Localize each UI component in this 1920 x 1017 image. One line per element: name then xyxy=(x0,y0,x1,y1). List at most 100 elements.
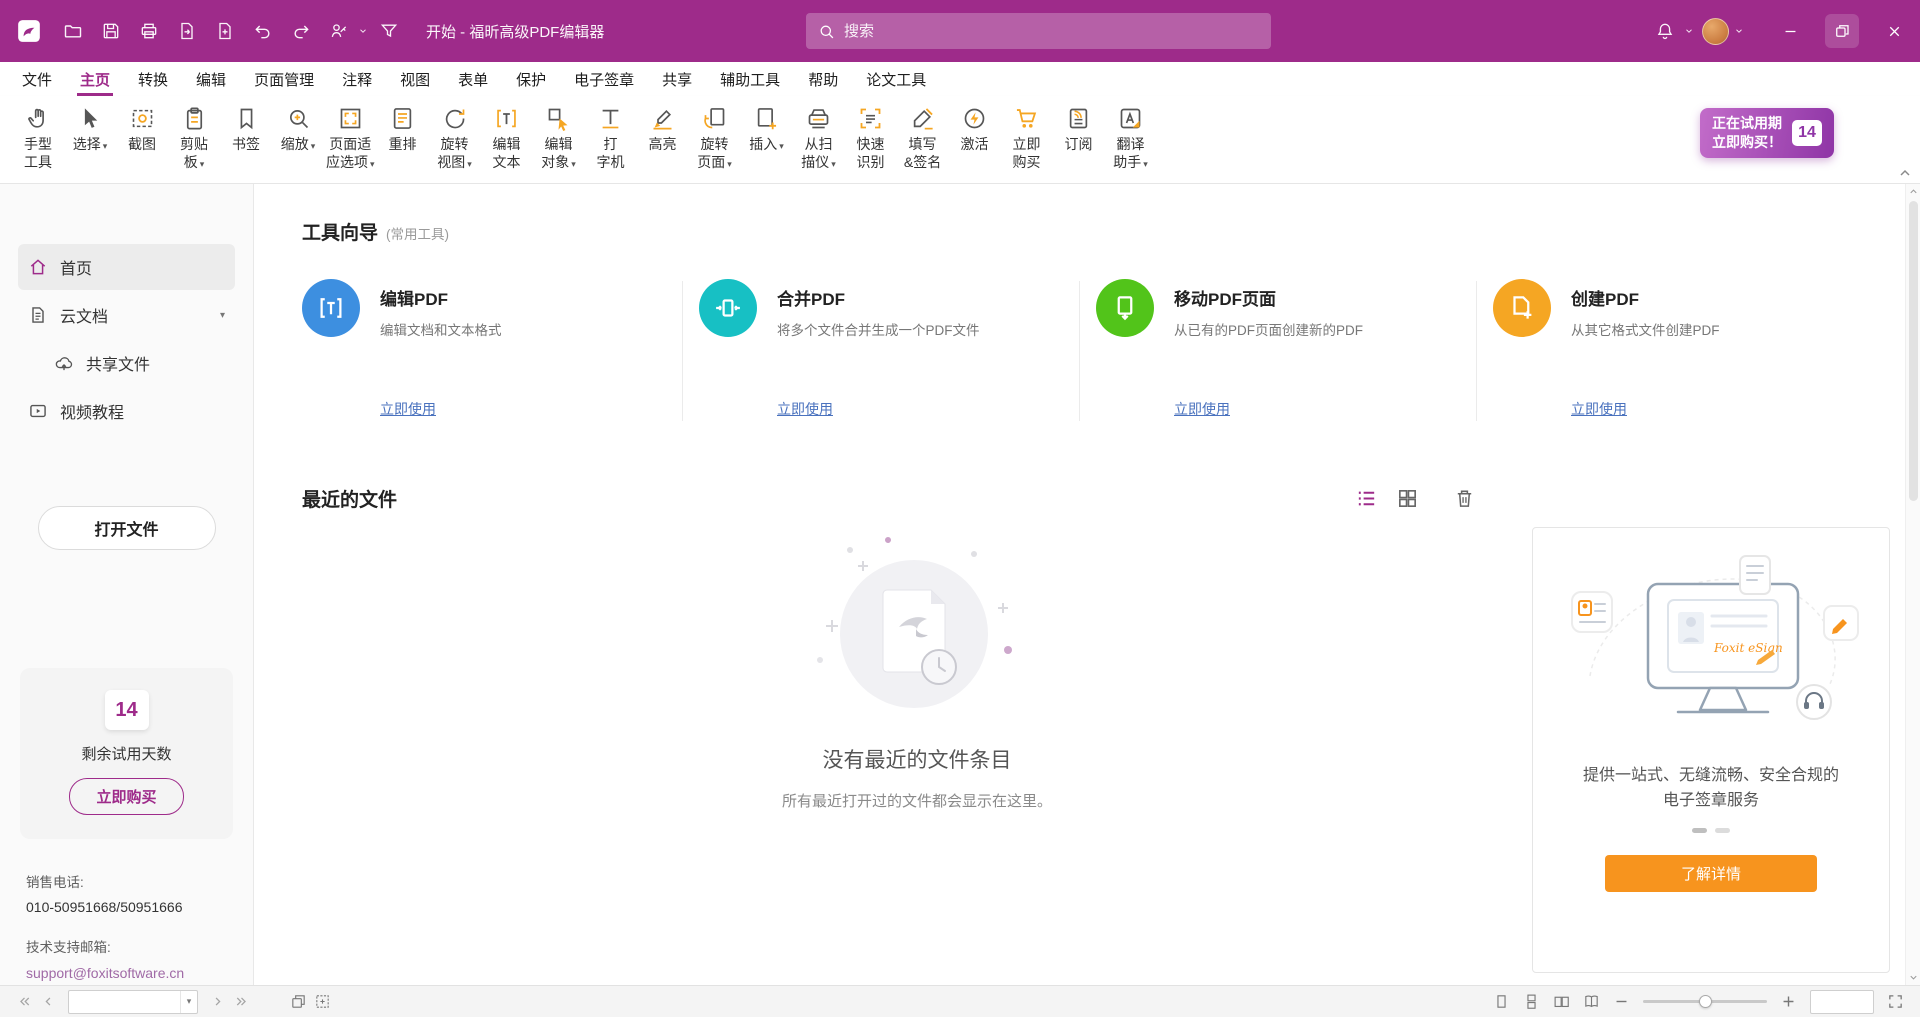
minimize-button[interactable] xyxy=(1764,0,1816,62)
menu-tab[interactable]: 文件 xyxy=(8,62,66,96)
collapse-ribbon-icon[interactable] xyxy=(1896,165,1914,181)
zoom-level-box[interactable] xyxy=(1810,990,1874,1014)
single-page-view-icon[interactable] xyxy=(1493,993,1510,1010)
ribbon-tool[interactable]: 从扫 描仪▾ xyxy=(793,103,845,174)
ribbon-tool[interactable]: 缩放▾ xyxy=(272,103,324,156)
create-doc-icon[interactable] xyxy=(206,13,244,49)
tool-card[interactable]: 编辑PDF 编辑文档和文本格式 立即使用 xyxy=(302,279,699,419)
foxit-logo[interactable] xyxy=(10,12,48,50)
ribbon-tool[interactable]: 翻译 助手▾ xyxy=(1105,103,1157,174)
open-file-icon[interactable] xyxy=(54,13,92,49)
previous-page-icon[interactable] xyxy=(40,993,57,1010)
chevron-down-icon[interactable] xyxy=(1734,13,1746,49)
ribbon-tool[interactable]: 订阅▾ xyxy=(1053,103,1105,156)
ribbon-tool[interactable]: 旋转 视图▾ xyxy=(429,103,481,174)
ribbon-tool[interactable]: 高亮▾ xyxy=(637,103,689,156)
menu-tab[interactable]: 电子签章 xyxy=(560,62,648,96)
ribbon-tool[interactable]: 编辑 对象▾ xyxy=(533,103,585,174)
ribbon-tool[interactable]: 填写 &签名▾ xyxy=(897,103,949,174)
copy-icon[interactable] xyxy=(290,993,307,1010)
book-view-icon[interactable] xyxy=(1583,993,1600,1010)
tool-card[interactable]: 合并PDF 将多个文件合并生成一个PDF文件 立即使用 xyxy=(699,279,1096,419)
sidebar-item[interactable]: 共享文件 ▾ xyxy=(44,340,235,386)
zoom-level-input[interactable] xyxy=(1811,991,1873,1013)
ribbon-tool[interactable]: 旋转 页面▾ xyxy=(689,103,741,174)
ribbon-tool[interactable]: 插入▾ xyxy=(741,103,793,156)
use-now-link[interactable]: 立即使用 xyxy=(1174,399,1230,419)
ribbon-tool[interactable]: 选择▾ xyxy=(64,103,116,156)
search-input[interactable] xyxy=(844,23,1259,40)
menu-tab[interactable]: 论文工具 xyxy=(852,62,940,96)
close-button[interactable] xyxy=(1868,0,1920,62)
ribbon-tool[interactable]: 页面适 应选项▾ xyxy=(324,103,377,174)
ribbon-tool[interactable]: 编辑 文本▾ xyxy=(481,103,533,174)
tool-card[interactable]: 移动PDF页面 从已有的PDF页面创建新的PDF 立即使用 xyxy=(1096,279,1493,419)
learn-more-button[interactable]: 了解详情 xyxy=(1605,855,1817,892)
chevron-down-icon[interactable]: ▾ xyxy=(180,991,197,1013)
search-box[interactable] xyxy=(806,13,1271,49)
ribbon-tool[interactable]: 立即 购买▾ xyxy=(1001,103,1053,174)
ribbon-tool[interactable]: 重排▾ xyxy=(377,103,429,156)
menu-tab[interactable]: 编辑 xyxy=(182,62,240,96)
redo-icon[interactable] xyxy=(282,13,320,49)
sidebar-item[interactable]: 首页 ▾ xyxy=(18,244,235,290)
first-page-icon[interactable] xyxy=(16,993,33,1010)
quick-access-filter-icon[interactable] xyxy=(370,13,408,49)
export-pdf-icon[interactable] xyxy=(168,13,206,49)
fullscreen-icon[interactable] xyxy=(1887,993,1904,1010)
undo-icon[interactable] xyxy=(244,13,282,49)
menu-tab[interactable]: 主页 xyxy=(66,62,124,96)
zoom-slider-thumb[interactable] xyxy=(1699,995,1712,1008)
save-icon[interactable] xyxy=(92,13,130,49)
facing-view-icon[interactable] xyxy=(1553,993,1570,1010)
zoom-out-icon[interactable] xyxy=(1613,993,1630,1010)
next-page-icon[interactable] xyxy=(209,993,226,1010)
ribbon-tool[interactable]: 打 字机▾ xyxy=(585,103,637,174)
ribbon-tool[interactable]: 截图▾ xyxy=(116,103,168,156)
menu-tab[interactable]: 辅助工具 xyxy=(706,62,794,96)
open-file-button[interactable]: 打开文件 xyxy=(38,506,216,550)
support-email-link[interactable]: support@foxitsoftware.cn xyxy=(26,963,253,984)
ribbon-tool[interactable]: 手型 工具▾ xyxy=(12,103,64,174)
chevron-down-icon[interactable] xyxy=(358,13,370,49)
menu-tab[interactable]: 表单 xyxy=(444,62,502,96)
buy-now-button[interactable]: 立即购买 xyxy=(69,778,183,815)
scroll-down-icon[interactable] xyxy=(1908,972,1919,983)
promo-dot[interactable] xyxy=(1715,828,1730,833)
sidebar-item[interactable]: 云文档 ▾ xyxy=(18,292,235,338)
use-now-link[interactable]: 立即使用 xyxy=(777,399,833,419)
ribbon-tool[interactable]: 剪贴 板▾ xyxy=(168,103,220,174)
restore-window-button[interactable] xyxy=(1816,0,1868,62)
zoom-slider[interactable] xyxy=(1643,1000,1767,1003)
menu-tab[interactable]: 视图 xyxy=(386,62,444,96)
sidebar-item[interactable]: 视频教程 ▾ xyxy=(18,388,235,434)
continuous-view-icon[interactable] xyxy=(1523,993,1540,1010)
use-now-link[interactable]: 立即使用 xyxy=(380,399,436,419)
user-avatar[interactable] xyxy=(1696,13,1734,49)
menu-tab[interactable]: 转换 xyxy=(124,62,182,96)
menu-tab[interactable]: 保护 xyxy=(502,62,560,96)
promo-dot[interactable] xyxy=(1692,828,1707,833)
page-number-box[interactable]: ▾ xyxy=(68,990,198,1014)
chevron-down-icon[interactable]: ▾ xyxy=(220,310,225,321)
grid-view-icon[interactable] xyxy=(1396,487,1419,510)
print-icon[interactable] xyxy=(130,13,168,49)
use-now-link[interactable]: 立即使用 xyxy=(1571,399,1627,419)
chevron-down-icon[interactable] xyxy=(1684,13,1696,49)
menu-tab[interactable]: 注释 xyxy=(328,62,386,96)
tool-card[interactable]: 创建PDF 从其它格式文件创建PDF 立即使用 xyxy=(1493,279,1890,419)
esign-quick-icon[interactable] xyxy=(320,13,358,49)
snapshot-icon[interactable] xyxy=(314,993,331,1010)
menu-tab[interactable]: 帮助 xyxy=(794,62,852,96)
ribbon-tool[interactable]: 激活▾ xyxy=(949,103,1001,156)
trial-buy-badge[interactable]: 正在试用期 立即购买！ 14 xyxy=(1700,108,1834,158)
scroll-up-icon[interactable] xyxy=(1908,186,1919,197)
last-page-icon[interactable] xyxy=(233,993,250,1010)
vertical-scrollbar[interactable] xyxy=(1905,184,1920,985)
clear-recent-icon[interactable] xyxy=(1453,487,1476,510)
ribbon-tool[interactable]: 快速 识别▾ xyxy=(845,103,897,174)
zoom-in-icon[interactable] xyxy=(1780,993,1797,1010)
ribbon-tool[interactable]: 书签▾ xyxy=(220,103,272,156)
notifications-bell-icon[interactable] xyxy=(1646,13,1684,49)
scrollbar-thumb[interactable] xyxy=(1909,201,1918,501)
